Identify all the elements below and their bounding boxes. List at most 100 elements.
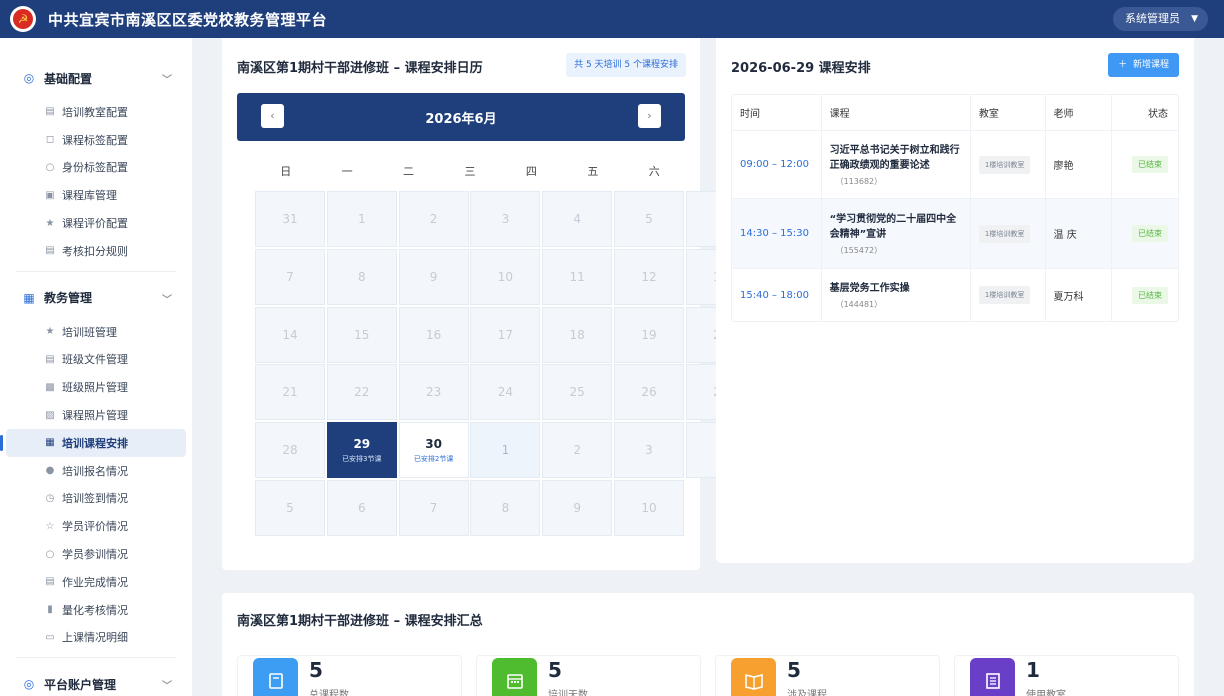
calendar-day[interactable]: 1 [470, 422, 541, 479]
sidebar-group-academic-management[interactable]: ▦ 教务管理 ﹀ [0, 278, 192, 318]
calendar-day[interactable]: 23 [398, 364, 469, 421]
settings-icon: ◎ [23, 71, 35, 85]
calendar-day[interactable]: 8 [470, 480, 541, 536]
sidebar-item-class-details[interactable]: ▭ 上课情况明细 [0, 624, 192, 652]
column-header: 课程 [822, 95, 971, 130]
sidebar-group-basic-config[interactable]: ◎ 基础配置 ﹀ [0, 58, 192, 98]
caret-down-icon: ▼ [1191, 14, 1198, 24]
calendar-header: ‹ 2026年6月 › [237, 93, 685, 141]
day-number: 10 [641, 501, 657, 515]
plus-icon: ＋ [1118, 60, 1128, 70]
stat-label: 总课程数 [309, 690, 349, 696]
sidebar-item-classroom-config[interactable]: ▤ 培训教室配置 [0, 98, 192, 126]
sidebar-item-identity-tag-config[interactable]: ○ 身份标签配置 [0, 154, 192, 182]
calendar-day[interactable]: 16 [398, 306, 469, 363]
stat-courses-involved: 5 涉及课程 [715, 655, 940, 696]
calendar-day[interactable]: 10 [614, 480, 684, 536]
time-cell: 14:30 – 15:30 [740, 228, 809, 239]
calendar-day[interactable]: 31 [255, 191, 325, 247]
calendar-day[interactable]: 3 [470, 191, 541, 247]
next-month-button[interactable]: › [638, 104, 661, 128]
sidebar-item-attendance[interactable]: ○ 学员参训情况 [0, 540, 192, 568]
calendar-icon [492, 658, 537, 696]
sidebar-item-quantitative-assessment[interactable]: ▮ 量化考核情况 [0, 596, 192, 624]
calendar-day[interactable]: 21 [255, 364, 325, 421]
calendar-day[interactable]: 30 已安排2节课 [398, 422, 469, 479]
table-row[interactable]: 14:30 – 15:30 “学习贯彻党的二十届四中全会精神”宣讲 （155472… [732, 199, 1178, 269]
calendar-day[interactable]: 25 [542, 364, 613, 421]
calendar-day[interactable]: 7 [255, 248, 325, 305]
course-name: 基层党务工作实操 [829, 282, 910, 294]
calendar-day[interactable]: 9 [398, 248, 469, 305]
calendar-day[interactable]: 18 [542, 306, 613, 363]
calendar-day[interactable]: 2 [398, 191, 469, 247]
summary-tag: 共 5 天培训 5 个课程安排 [566, 53, 686, 77]
image-icon: ▩ [45, 381, 55, 393]
calendar-day[interactable]: 12 [614, 248, 684, 305]
calendar-day[interactable]: 11 [542, 248, 613, 305]
star-outline-icon: ☆ [45, 520, 55, 532]
calendar-day[interactable]: 17 [470, 306, 541, 363]
sidebar-item-course-tag-config[interactable]: ◻ 课程标签配置 [0, 126, 192, 154]
chevron-down-icon: ﹀ [162, 75, 172, 86]
active-indicator [0, 434, 3, 451]
calendar-day[interactable]: 28 [255, 422, 325, 479]
calendar-day[interactable]: 9 [542, 480, 613, 536]
sidebar-item-course-photos[interactable]: ▨ 课程照片管理 [0, 401, 192, 429]
sidebar-item-training-class[interactable]: ★ 培训班管理 [0, 318, 192, 346]
sidebar-item-registration[interactable]: ● 培训报名情况 [0, 457, 192, 485]
sidebar-item-homework[interactable]: ▤ 作业完成情况 [0, 568, 192, 596]
day-number: 1 [501, 443, 510, 458]
calendar-day[interactable]: 2 [542, 422, 613, 479]
item-label: 上课情况明细 [62, 631, 128, 645]
file-icon: ▤ [45, 353, 55, 365]
sidebar-item-class-files[interactable]: ▤ 班级文件管理 [0, 346, 192, 374]
calendar-day[interactable]: 3 [614, 422, 684, 479]
calendar-day[interactable]: 6 [326, 480, 397, 536]
calendar-day[interactable]: 22 [326, 364, 397, 421]
calendar-day[interactable]: 26 [614, 364, 684, 421]
item-label: 培训报名情况 [62, 464, 128, 478]
calendar-day[interactable]: 4 [542, 191, 613, 247]
table-row[interactable]: 15:40 – 18:00 基层党务工作实操 （144481） 1楼培训教室 夏万… [732, 269, 1178, 321]
divider [16, 657, 176, 659]
day-number: 6 [357, 501, 366, 515]
calendar-day[interactable]: 14 [255, 306, 325, 363]
sidebar-item-deduction-rules[interactable]: ▤ 考核扣分规则 [0, 237, 192, 265]
stat-training-days: 5 培训天数 [476, 655, 701, 696]
summary-card: 南溪区第1期村干部进修班 – 课程安排汇总 5 总课程数 5 培训天数 5 涉及… [222, 593, 1194, 696]
sidebar-item-student-evaluation[interactable]: ☆ 学员评价情况 [0, 512, 192, 540]
star-icon: ★ [45, 217, 55, 229]
sidebar-group-account-management[interactable]: ◎ 平台账户管理 ﹀ [0, 664, 192, 696]
party-emblem-icon: ☭ [10, 6, 36, 32]
calendar-day[interactable]: 15 [326, 306, 397, 363]
calendar-day[interactable]: 1 [326, 191, 397, 247]
room-badge: 1楼培训教室 [978, 155, 1031, 174]
sidebar-item-course-library[interactable]: ▣ 课程库管理 [0, 181, 192, 209]
calendar-title: 南溪区第1期村干部进修班 – 课程安排日历 [237, 61, 483, 76]
sidebar-item-course-schedule[interactable]: ▦ 培训课程安排 [0, 428, 186, 457]
calendar-day[interactable]: 5 [614, 191, 684, 247]
user-menu-button[interactable]: 系统管理员 ▼ [1113, 7, 1208, 31]
day-number: 3 [645, 443, 653, 458]
schedule-title: 2026-06-29 课程安排 [731, 61, 871, 76]
add-course-button[interactable]: ＋ 新增课程 [1108, 53, 1179, 77]
calendar-day[interactable]: 7 [398, 480, 469, 536]
prev-month-button[interactable]: ‹ [261, 104, 284, 128]
calendar-day[interactable]: 24 [470, 364, 541, 421]
calendar-day[interactable]: 29 已安排3节课 [326, 422, 397, 479]
group-label: 平台账户管理 [44, 677, 117, 692]
sidebar-item-sign-in[interactable]: ◷ 培训签到情况 [0, 485, 192, 513]
calendar-day[interactable]: 5 [255, 480, 325, 536]
table-row[interactable]: 09:00 – 12:00 习近平总书记关于树立和践行正确政绩观的重要论述 （11… [732, 131, 1178, 199]
day-number: 31 [282, 212, 298, 226]
calendar-day[interactable]: 8 [326, 248, 397, 305]
calendar-day[interactable]: 10 [470, 248, 541, 305]
day-number: 12 [641, 269, 657, 284]
calendar-day[interactable]: 19 [614, 306, 684, 363]
time-cell: 09:00 – 12:00 [740, 159, 809, 170]
sidebar-item-course-evaluation-config[interactable]: ★ 课程评价配置 [0, 209, 192, 237]
group-label: 教务管理 [44, 291, 93, 306]
sidebar-item-class-photos[interactable]: ▩ 班级照片管理 [0, 373, 192, 401]
day-number: 19 [641, 327, 657, 342]
